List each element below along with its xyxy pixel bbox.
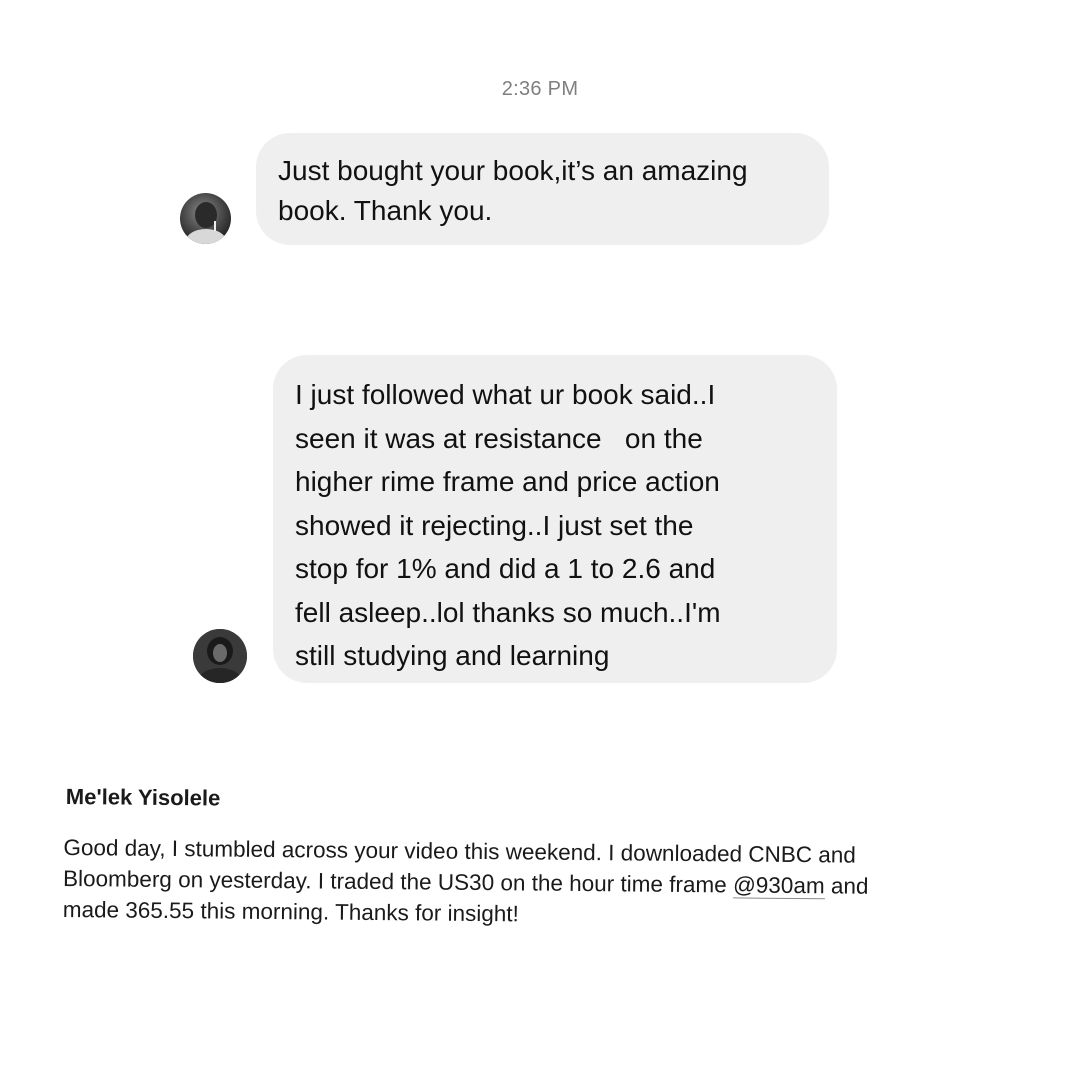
- message-line: showed it rejecting..I just set the: [295, 509, 694, 541]
- message-line: seen it was at resistance on the: [295, 422, 703, 454]
- message-line: still studying and learning: [295, 640, 610, 671]
- message-line: fell asleep..lol thanks so much..I'm: [295, 596, 721, 628]
- person-avatar-icon: [186, 202, 226, 244]
- person-avatar-icon: [193, 629, 247, 683]
- message-line: book. Thank you.: [278, 195, 493, 226]
- message-bubble: Just bought your book,it’s an amazing bo…: [256, 133, 829, 245]
- message-line: higher rime frame and price action: [295, 466, 720, 497]
- message-line: Just bought your book,it’s an amazing: [278, 155, 748, 186]
- email-body-text: and: [824, 873, 869, 899]
- message-bubble: I just followed what ur book said..I see…: [273, 355, 837, 683]
- email-testimonial: Me'lek Yisolele Good day, I stumbled acr…: [63, 784, 1054, 934]
- time-link[interactable]: @930am: [732, 872, 825, 900]
- email-sender-name: Me'lek Yisolele: [65, 784, 221, 811]
- sender-avatar[interactable]: [193, 629, 247, 683]
- message-timestamp: 2:36 PM: [501, 78, 579, 100]
- message-line: stop for 1% and did a 1 to 2.6 and: [295, 553, 716, 584]
- email-body-text: Bloomberg on yesterday. I traded the US3…: [62, 865, 734, 898]
- message-line: I just followed what ur book said..I: [295, 379, 716, 410]
- sender-avatar[interactable]: [180, 193, 231, 244]
